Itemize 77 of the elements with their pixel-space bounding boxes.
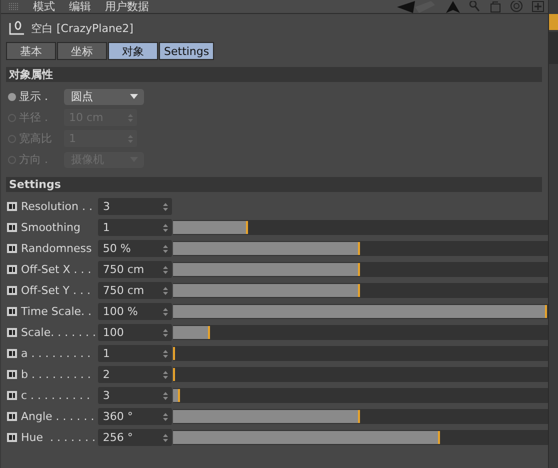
keyframe-icon[interactable] (7, 412, 17, 421)
spinner-icon (162, 328, 168, 336)
number-field[interactable]: 750 cm (98, 261, 172, 278)
keyframe-icon[interactable] (7, 349, 17, 358)
field-label: Smoothing (21, 221, 82, 234)
menu-item[interactable]: 模式 (33, 0, 55, 12)
number-field[interactable]: 50 % (98, 240, 172, 257)
keyframe-icon[interactable] (7, 223, 17, 232)
keyframe-icon[interactable] (7, 391, 17, 400)
spinner-icon (162, 350, 168, 358)
field-label: 显示 . (19, 89, 49, 104)
menu-item[interactable]: 编辑 (69, 0, 91, 12)
tab[interactable]: Settings (159, 42, 214, 60)
slider[interactable] (172, 325, 548, 340)
slider[interactable] (172, 430, 548, 445)
keyframe-icon[interactable] (7, 244, 17, 253)
field-label: Off-Set X . . . (21, 263, 92, 276)
field-label: Time Scale. . (21, 305, 93, 318)
number-field[interactable]: 100 % (98, 303, 172, 320)
slider[interactable] (172, 262, 548, 277)
field-label: Angle . . . . . . (21, 410, 96, 423)
spinner-icon (162, 392, 168, 400)
number-field[interactable]: 1 (98, 219, 172, 236)
slider[interactable] (172, 220, 548, 235)
spinner-icon (162, 286, 168, 294)
number-field[interactable]: 3 (98, 387, 172, 404)
spinner-icon (162, 308, 168, 316)
tab[interactable]: 基本 (6, 42, 56, 60)
number-field[interactable]: 1 (98, 345, 172, 362)
object-title: 空白 [CrazyPlane2] (31, 20, 134, 36)
caret-icon (130, 94, 138, 99)
slider[interactable] (172, 409, 548, 424)
field-label: Scale. . . . . . . (21, 326, 98, 339)
spinner-icon (162, 266, 168, 274)
field-label: Hue . . . . . . . (21, 431, 96, 444)
field-label: Randomness (21, 242, 93, 255)
slider[interactable] (172, 241, 548, 256)
number-field[interactable]: 3 (98, 198, 172, 215)
spinner-icon (128, 134, 133, 142)
number-field[interactable]: 2 (98, 366, 172, 383)
slider[interactable] (172, 283, 548, 298)
arrow-icon[interactable] (397, 0, 437, 12)
spinner-icon (163, 202, 168, 210)
animation-dot-icon[interactable] (8, 92, 16, 100)
spinner-icon (128, 114, 133, 122)
spinner-icon (162, 244, 168, 252)
number-field[interactable]: 256 ° (98, 429, 172, 446)
null-object-icon (9, 21, 25, 35)
keyframe-icon[interactable] (7, 286, 17, 295)
number-field[interactable]: 750 cm (98, 282, 172, 299)
field-label: b . . . . . . . . . (21, 368, 92, 381)
field-label: Resolution . . (21, 200, 94, 213)
dropdown[interactable]: 圆点 (64, 88, 144, 104)
menu-item[interactable]: 用户数据 (105, 0, 149, 12)
slider[interactable] (172, 367, 548, 382)
arrow-icon[interactable] (446, 0, 460, 12)
section-header: Settings (6, 177, 542, 192)
field-label: a . . . . . . . . . (21, 347, 92, 360)
field-label: c . . . . . . . . . (21, 389, 91, 402)
slider[interactable] (172, 346, 548, 361)
number-field[interactable]: 360 ° (98, 408, 172, 425)
spinner-icon (162, 434, 168, 442)
spinner-icon (162, 412, 168, 420)
keyframe-icon[interactable] (7, 265, 17, 274)
section-header: 对象属性 (6, 67, 542, 82)
keyframe-icon[interactable] (7, 433, 17, 442)
keyframe-icon[interactable] (7, 328, 17, 337)
spinner-icon (162, 224, 168, 232)
slider[interactable] (172, 388, 548, 403)
tab[interactable]: 对象 (108, 42, 158, 60)
tab[interactable]: 坐标 (57, 42, 107, 60)
keyframe-icon[interactable] (7, 202, 17, 211)
keyframe-icon[interactable] (7, 370, 17, 379)
field-label: Off-Set Y . . . (21, 284, 92, 297)
keyframe-icon[interactable] (7, 307, 17, 316)
number-field[interactable]: 100 (98, 324, 172, 341)
spinner-icon (162, 370, 168, 378)
